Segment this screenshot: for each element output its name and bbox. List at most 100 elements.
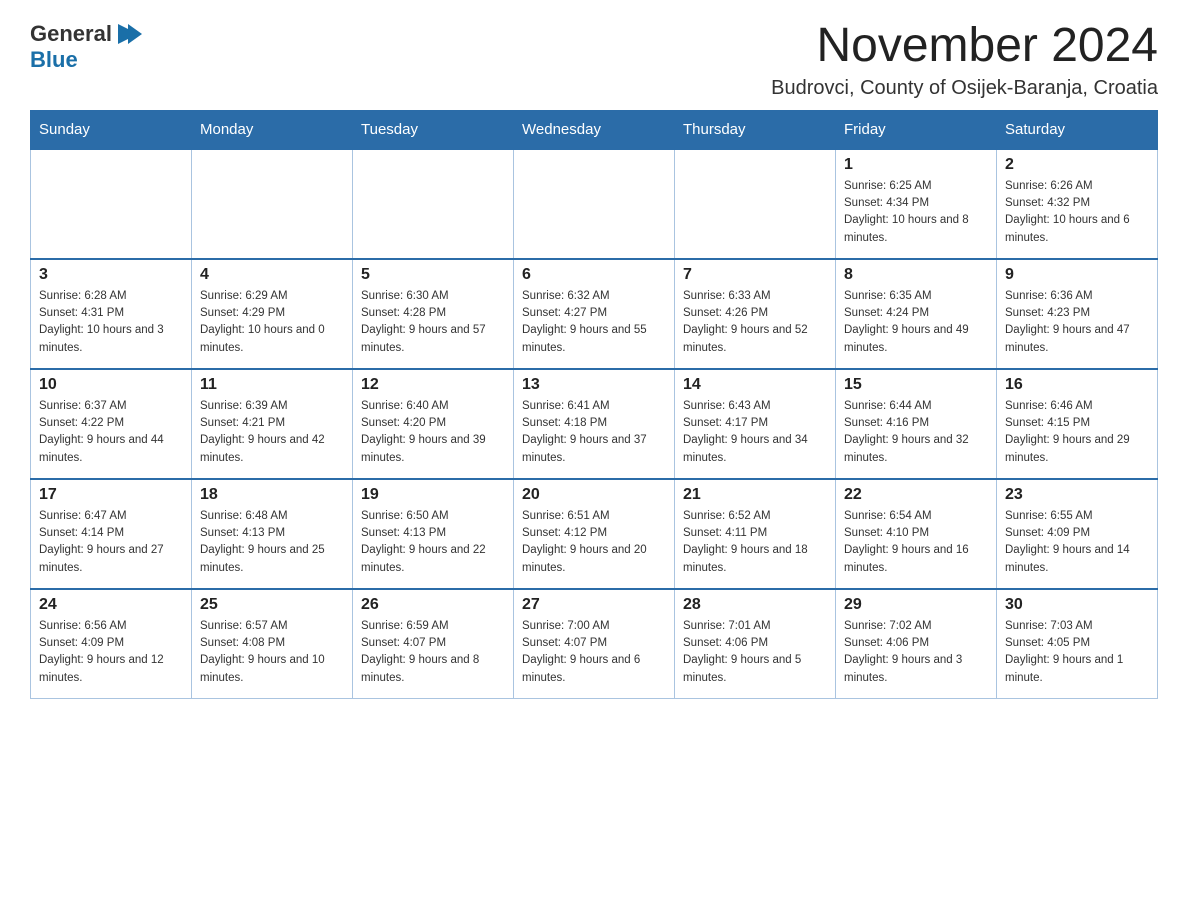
day-info: Sunrise: 6:54 AM Sunset: 4:10 PM Dayligh… <box>844 508 988 577</box>
day-info: Sunrise: 6:29 AM Sunset: 4:29 PM Dayligh… <box>200 288 344 357</box>
day-number: 13 <box>522 376 666 394</box>
calendar-cell: 28 Sunrise: 7:01 AM Sunset: 4:06 PM Dayli… <box>675 589 836 699</box>
calendar-cell: 6Sunrise: 6:32 AM Sunset: 4:27 PM Daylig… <box>514 259 675 369</box>
calendar-cell: 11 Sunrise: 6:39 AM Sunset: 4:21 PM Dayli… <box>192 369 353 479</box>
day-info: Sunrise: 6:59 AM Sunset: 4:07 PM Dayligh… <box>361 618 505 687</box>
calendar-cell: 3 Sunrise: 6:28 AM Sunset: 4:31 PM Daylig… <box>31 259 192 369</box>
day-number: 10 <box>39 376 183 394</box>
day-number: 11 <box>200 376 344 394</box>
day-number: 8 <box>844 266 988 284</box>
day-info: Sunrise: 6:46 AM Sunset: 4:15 PM Dayligh… <box>1005 398 1149 467</box>
calendar-cell: 30 Sunrise: 7:03 AM Sunset: 4:05 PM Dayli… <box>997 589 1158 699</box>
weekday-header-tuesday: Tuesday <box>353 110 514 149</box>
calendar-cell: 19 Sunrise: 6:50 AM Sunset: 4:13 PM Dayli… <box>353 479 514 589</box>
calendar-cell: 16 Sunrise: 6:46 AM Sunset: 4:15 PM Dayli… <box>997 369 1158 479</box>
day-info: Sunrise: 6:52 AM Sunset: 4:11 PM Dayligh… <box>683 508 827 577</box>
day-number: 26 <box>361 596 505 614</box>
day-number: 5 <box>361 266 505 284</box>
location-title: Budrovci, County of Osijek-Baranja, Croa… <box>771 77 1158 100</box>
day-number: 16 <box>1005 376 1149 394</box>
day-number: 21 <box>683 486 827 504</box>
logo-arrow-icon <box>114 20 142 48</box>
day-info: Sunrise: 7:02 AM Sunset: 4:06 PM Dayligh… <box>844 618 988 687</box>
calendar-cell <box>675 149 836 259</box>
day-info: Sunrise: 7:00 AM Sunset: 4:07 PM Dayligh… <box>522 618 666 687</box>
day-number: 20 <box>522 486 666 504</box>
weekday-header-wednesday: Wednesday <box>514 110 675 149</box>
day-number: 24 <box>39 596 183 614</box>
day-info: Sunrise: 6:36 AM Sunset: 4:23 PM Dayligh… <box>1005 288 1149 357</box>
calendar-cell <box>353 149 514 259</box>
week-row-3: 10 Sunrise: 6:37 AM Sunset: 4:22 PM Dayli… <box>31 369 1158 479</box>
week-row-2: 3 Sunrise: 6:28 AM Sunset: 4:31 PM Daylig… <box>31 259 1158 369</box>
day-number: 7 <box>683 266 827 284</box>
calendar-cell: 29 Sunrise: 7:02 AM Sunset: 4:06 PM Dayli… <box>836 589 997 699</box>
day-number: 25 <box>200 596 344 614</box>
calendar-cell: 1 Sunrise: 6:25 AM Sunset: 4:34 PM Daylig… <box>836 149 997 259</box>
calendar-cell: 12Sunrise: 6:40 AM Sunset: 4:20 PM Dayli… <box>353 369 514 479</box>
day-info: Sunrise: 6:37 AM Sunset: 4:22 PM Dayligh… <box>39 398 183 467</box>
calendar-cell: 13 Sunrise: 6:41 AM Sunset: 4:18 PM Dayli… <box>514 369 675 479</box>
weekday-header-thursday: Thursday <box>675 110 836 149</box>
calendar-cell: 5 Sunrise: 6:30 AM Sunset: 4:28 PM Daylig… <box>353 259 514 369</box>
day-info: Sunrise: 6:26 AM Sunset: 4:32 PM Dayligh… <box>1005 178 1149 247</box>
calendar-cell: 18 Sunrise: 6:48 AM Sunset: 4:13 PM Dayli… <box>192 479 353 589</box>
calendar-cell: 10 Sunrise: 6:37 AM Sunset: 4:22 PM Dayli… <box>31 369 192 479</box>
calendar-cell <box>31 149 192 259</box>
logo: General Blue <box>30 20 142 72</box>
day-info: Sunrise: 6:57 AM Sunset: 4:08 PM Dayligh… <box>200 618 344 687</box>
day-info: Sunrise: 6:55 AM Sunset: 4:09 PM Dayligh… <box>1005 508 1149 577</box>
day-info: Sunrise: 6:50 AM Sunset: 4:13 PM Dayligh… <box>361 508 505 577</box>
day-info: Sunrise: 6:28 AM Sunset: 4:31 PM Dayligh… <box>39 288 183 357</box>
calendar-table: SundayMondayTuesdayWednesdayThursdayFrid… <box>30 110 1158 700</box>
day-info: Sunrise: 6:47 AM Sunset: 4:14 PM Dayligh… <box>39 508 183 577</box>
calendar-cell: 24 Sunrise: 6:56 AM Sunset: 4:09 PM Dayli… <box>31 589 192 699</box>
day-info: Sunrise: 6:40 AM Sunset: 4:20 PM Dayligh… <box>361 398 505 467</box>
calendar-cell: 25 Sunrise: 6:57 AM Sunset: 4:08 PM Dayli… <box>192 589 353 699</box>
day-number: 14 <box>683 376 827 394</box>
page-header: General Blue November 2024 Budrovci, Cou… <box>30 20 1158 100</box>
day-number: 18 <box>200 486 344 504</box>
day-info: Sunrise: 6:25 AM Sunset: 4:34 PM Dayligh… <box>844 178 988 247</box>
day-info: Sunrise: 6:30 AM Sunset: 4:28 PM Dayligh… <box>361 288 505 357</box>
calendar-cell: 9 Sunrise: 6:36 AM Sunset: 4:23 PM Daylig… <box>997 259 1158 369</box>
day-number: 28 <box>683 596 827 614</box>
calendar-cell: 20Sunrise: 6:51 AM Sunset: 4:12 PM Dayli… <box>514 479 675 589</box>
day-number: 22 <box>844 486 988 504</box>
calendar-cell: 4 Sunrise: 6:29 AM Sunset: 4:29 PM Daylig… <box>192 259 353 369</box>
week-row-4: 17Sunrise: 6:47 AM Sunset: 4:14 PM Dayli… <box>31 479 1158 589</box>
day-number: 3 <box>39 266 183 284</box>
weekday-header-sunday: Sunday <box>31 110 192 149</box>
week-row-1: 1 Sunrise: 6:25 AM Sunset: 4:34 PM Daylig… <box>31 149 1158 259</box>
day-number: 30 <box>1005 596 1149 614</box>
calendar-cell: 2Sunrise: 6:26 AM Sunset: 4:32 PM Daylig… <box>997 149 1158 259</box>
day-info: Sunrise: 6:48 AM Sunset: 4:13 PM Dayligh… <box>200 508 344 577</box>
day-number: 4 <box>200 266 344 284</box>
calendar-cell: 15 Sunrise: 6:44 AM Sunset: 4:16 PM Dayli… <box>836 369 997 479</box>
day-number: 1 <box>844 156 988 174</box>
calendar-cell: 17Sunrise: 6:47 AM Sunset: 4:14 PM Dayli… <box>31 479 192 589</box>
calendar-cell: 26 Sunrise: 6:59 AM Sunset: 4:07 PM Dayli… <box>353 589 514 699</box>
day-number: 6 <box>522 266 666 284</box>
calendar-cell <box>514 149 675 259</box>
calendar-header-row: SundayMondayTuesdayWednesdayThursdayFrid… <box>31 110 1158 149</box>
calendar-cell: 27Sunrise: 7:00 AM Sunset: 4:07 PM Dayli… <box>514 589 675 699</box>
weekday-header-friday: Friday <box>836 110 997 149</box>
day-info: Sunrise: 6:44 AM Sunset: 4:16 PM Dayligh… <box>844 398 988 467</box>
day-number: 15 <box>844 376 988 394</box>
day-info: Sunrise: 6:43 AM Sunset: 4:17 PM Dayligh… <box>683 398 827 467</box>
day-info: Sunrise: 7:03 AM Sunset: 4:05 PM Dayligh… <box>1005 618 1149 687</box>
calendar-cell: 14 Sunrise: 6:43 AM Sunset: 4:17 PM Dayli… <box>675 369 836 479</box>
day-info: Sunrise: 7:01 AM Sunset: 4:06 PM Dayligh… <box>683 618 827 687</box>
day-info: Sunrise: 6:56 AM Sunset: 4:09 PM Dayligh… <box>39 618 183 687</box>
calendar-cell: 22 Sunrise: 6:54 AM Sunset: 4:10 PM Dayli… <box>836 479 997 589</box>
calendar-cell <box>192 149 353 259</box>
calendar-cell: 21 Sunrise: 6:52 AM Sunset: 4:11 PM Dayli… <box>675 479 836 589</box>
day-number: 29 <box>844 596 988 614</box>
day-info: Sunrise: 6:39 AM Sunset: 4:21 PM Dayligh… <box>200 398 344 467</box>
day-info: Sunrise: 6:35 AM Sunset: 4:24 PM Dayligh… <box>844 288 988 357</box>
day-number: 19 <box>361 486 505 504</box>
day-info: Sunrise: 6:33 AM Sunset: 4:26 PM Dayligh… <box>683 288 827 357</box>
day-info: Sunrise: 6:41 AM Sunset: 4:18 PM Dayligh… <box>522 398 666 467</box>
day-number: 9 <box>1005 266 1149 284</box>
